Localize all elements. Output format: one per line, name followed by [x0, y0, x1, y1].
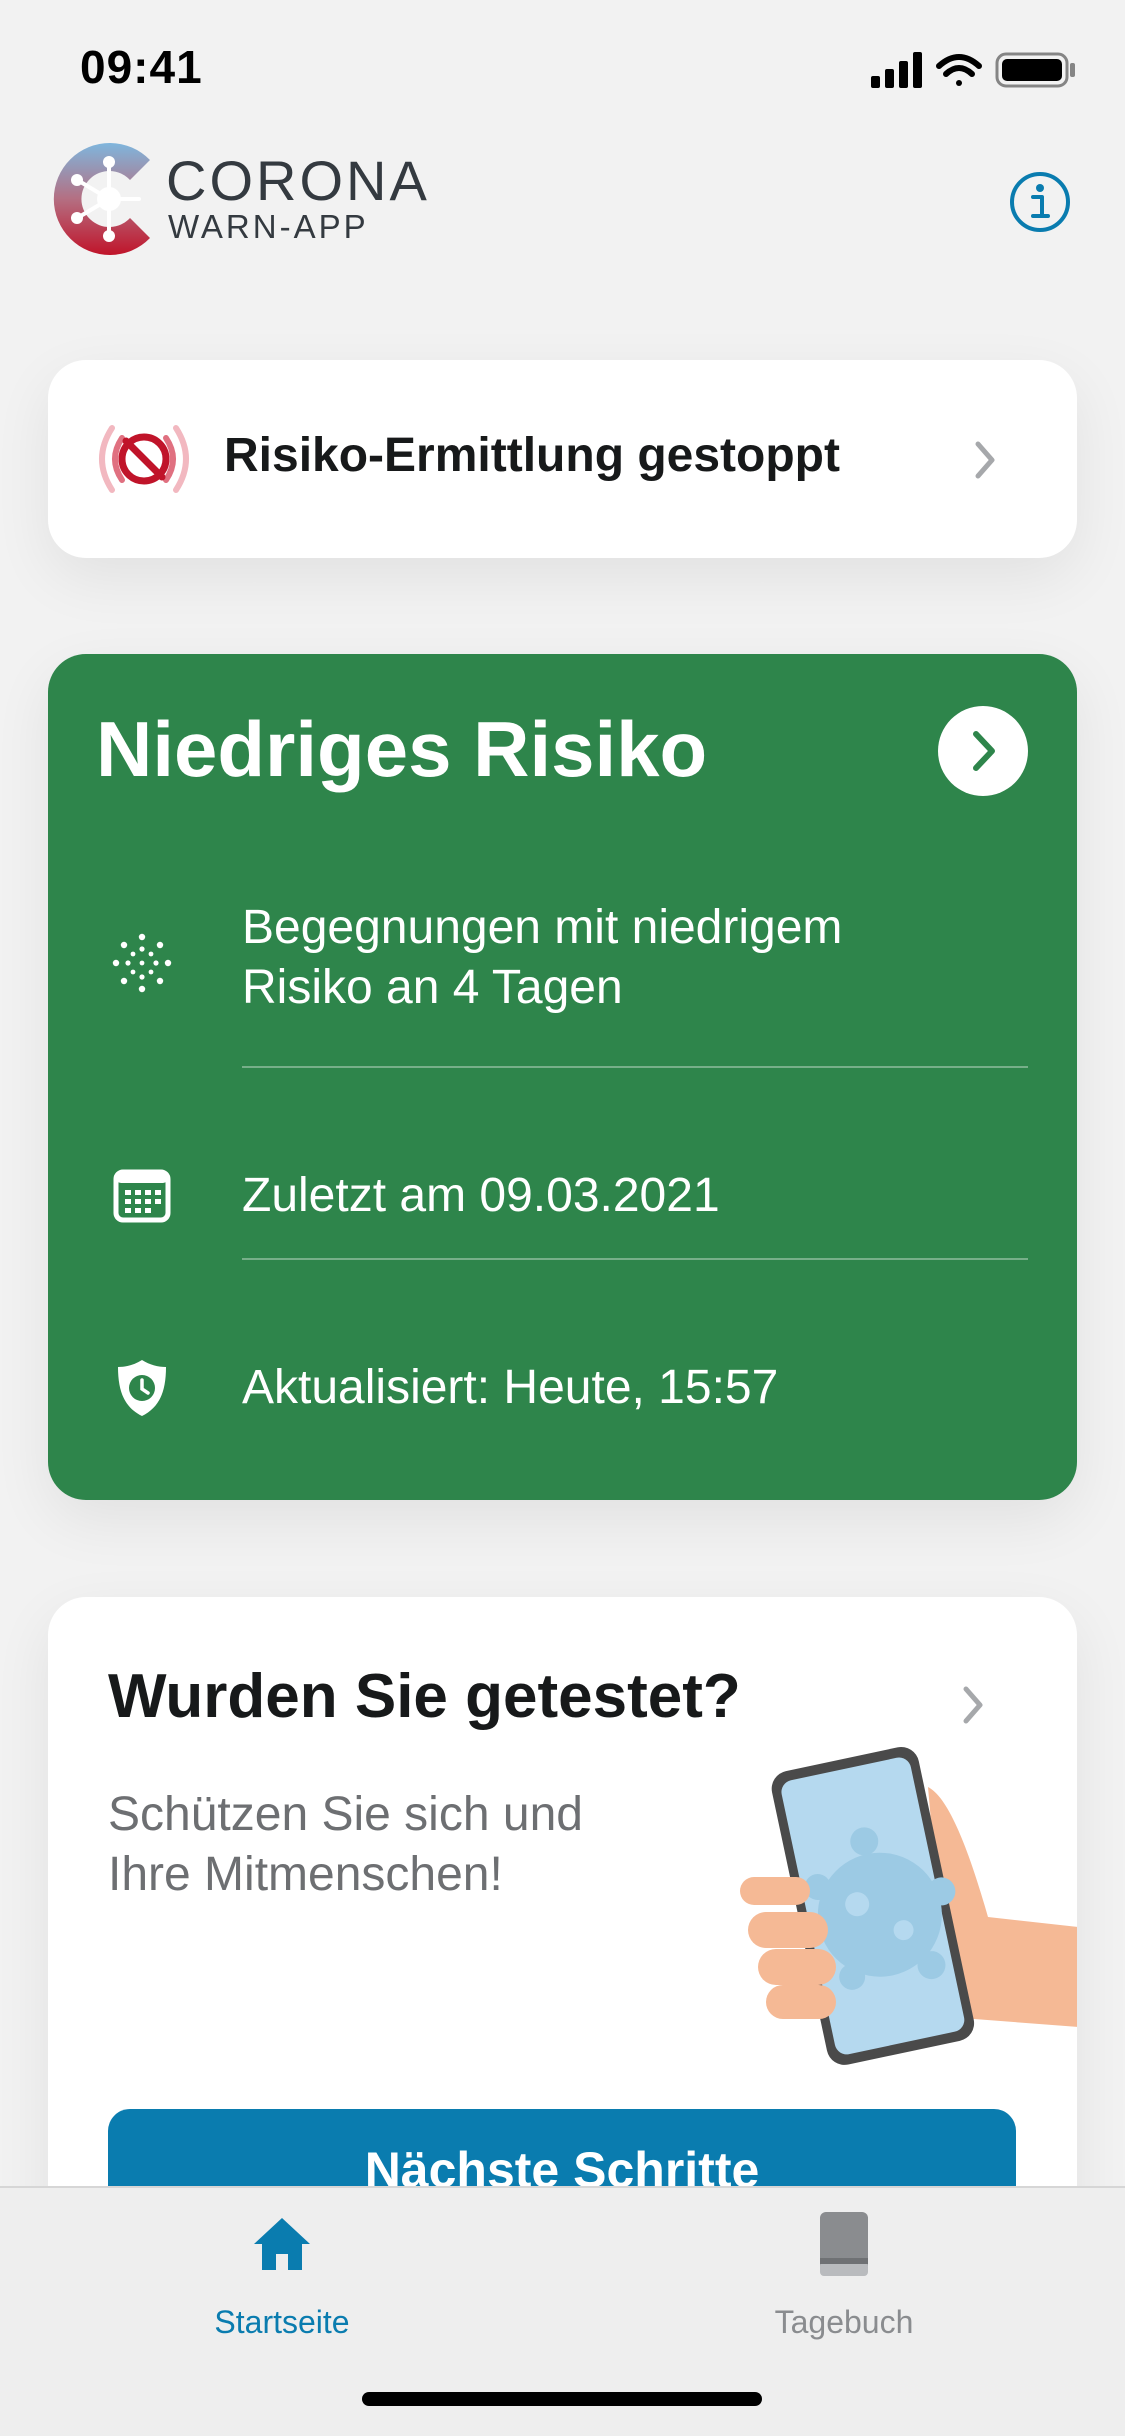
virus-dots-icon — [112, 933, 172, 993]
tab-label: Startseite — [214, 2304, 350, 2340]
app-logo: CORONA WARN-APP — [46, 136, 427, 262]
updated-text: Aktualisiert: Heute, 15:57 — [242, 1361, 779, 1414]
info-button[interactable] — [1008, 170, 1072, 234]
test-card-title: Wurden Sie getestet? — [108, 1662, 741, 1731]
divider — [242, 1066, 1028, 1068]
logo-subtitle: WARN-APP — [168, 208, 369, 245]
tab-tagebuch[interactable]: Tagebuch — [714, 2212, 974, 2352]
tab-startseite[interactable]: Startseite — [152, 2212, 412, 2352]
chevron-right-icon — [975, 441, 995, 479]
risk-stopped-title: Risiko-Ermittlung gestoppt — [224, 429, 840, 482]
status-icons — [871, 50, 1081, 90]
chevron-right-icon — [973, 731, 995, 771]
shield-clock-icon — [118, 1360, 166, 1416]
tab-label: Tagebuch — [774, 2304, 914, 2340]
logo-title: CORONA — [166, 149, 430, 212]
risk-title: Niedriges Risiko — [96, 705, 708, 793]
corona-logo-icon — [53, 143, 150, 255]
battery-icon — [995, 52, 1075, 88]
book-icon — [820, 2212, 868, 2276]
chevron-right-icon — [963, 1686, 983, 1724]
risk-stopped-card[interactable]: Risiko-Ermittlung gestoppt — [48, 360, 1077, 558]
home-indicator — [362, 2392, 762, 2406]
cellular-signal-icon — [871, 52, 922, 88]
home-icon — [254, 2218, 310, 2270]
calendar-icon — [113, 1169, 171, 1223]
divider — [242, 1258, 1028, 1260]
test-card-subtitle: Schützen Sie sich und Ihre Mitmenschen! — [108, 1788, 583, 1901]
risk-status-card[interactable]: Niedriges Risiko Begegnungen mit niedrig… — [48, 654, 1077, 1500]
last-encounter-text: Zuletzt am 09.03.2021 — [242, 1169, 720, 1222]
wifi-icon — [936, 54, 982, 86]
info-icon — [1010, 172, 1070, 232]
tracing-stopped-icon — [99, 425, 189, 493]
hand-phone-illustration — [740, 1746, 1077, 2065]
status-time: 09:41 — [80, 41, 203, 93]
status-bar: 09:41 — [0, 0, 1125, 140]
encounters-text: Begegnungen mit niedrigem Risiko an 4 Ta… — [242, 901, 843, 1014]
risk-details-button[interactable] — [938, 706, 1028, 796]
